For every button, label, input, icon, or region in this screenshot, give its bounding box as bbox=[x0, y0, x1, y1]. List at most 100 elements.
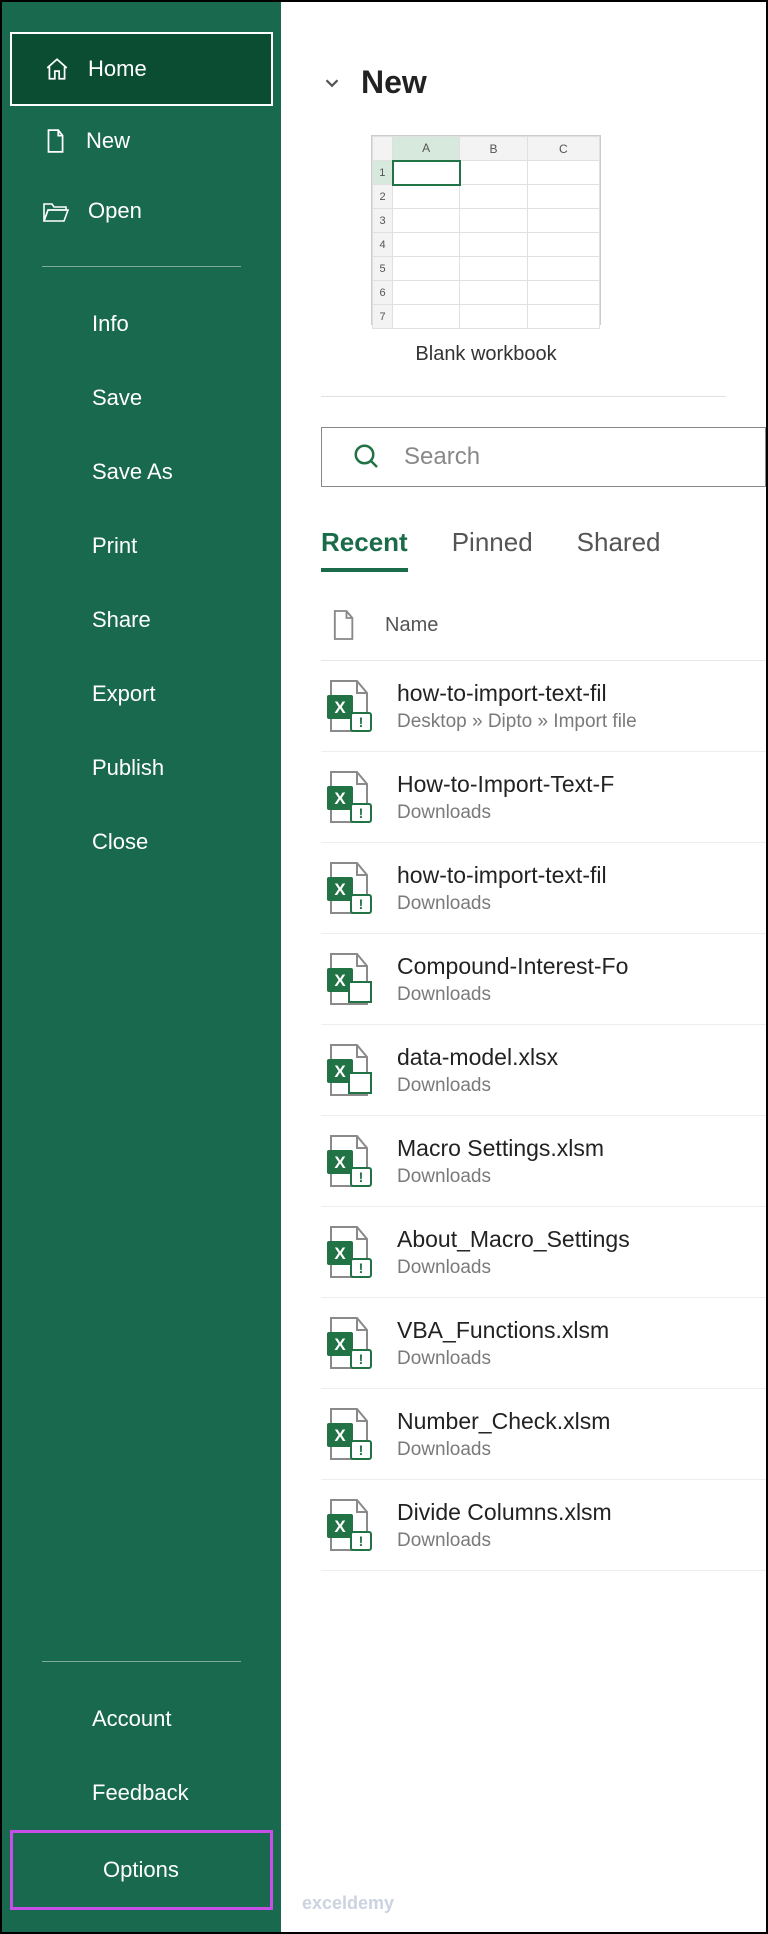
nav-publish[interactable]: Publish bbox=[2, 731, 281, 805]
excel-file-icon: X ! bbox=[325, 770, 373, 824]
file-name: Compound-Interest-Fo bbox=[397, 953, 628, 980]
document-tabs: Recent Pinned Shared bbox=[321, 527, 766, 572]
nav-account[interactable]: Account bbox=[2, 1682, 281, 1756]
content-divider bbox=[321, 396, 726, 397]
options-highlight: Options bbox=[10, 1830, 273, 1910]
file-path: Downloads bbox=[397, 984, 628, 1006]
nav-new[interactable]: New bbox=[2, 106, 281, 176]
svg-text:!: ! bbox=[359, 1169, 364, 1185]
file-path: Downloads bbox=[397, 893, 607, 915]
svg-text:!: ! bbox=[359, 714, 364, 730]
nav-options[interactable]: Options bbox=[13, 1833, 270, 1907]
file-row[interactable]: X ! how-to-import-text-fil Downloads bbox=[321, 843, 766, 934]
blank-workbook-tile[interactable]: ABC 1 2 3 4 5 6 7 Blank workbook bbox=[361, 135, 611, 366]
sidebar-divider bbox=[42, 266, 241, 267]
svg-text:X: X bbox=[334, 1062, 346, 1081]
excel-file-icon: X ! bbox=[325, 1498, 373, 1552]
content-area: New ABC 1 2 3 4 5 6 7 Blank workbook bbox=[281, 2, 766, 1932]
nav-label: Open bbox=[88, 198, 142, 224]
svg-text:X: X bbox=[334, 1335, 346, 1354]
file-row[interactable]: X ! how-to-import-text-fil Desktop » Dip… bbox=[321, 661, 766, 752]
svg-text:!: ! bbox=[359, 1442, 364, 1458]
svg-text:X: X bbox=[334, 1426, 346, 1445]
tab-recent[interactable]: Recent bbox=[321, 527, 408, 572]
file-path: Downloads bbox=[397, 802, 614, 824]
file-row[interactable]: X ! Macro Settings.xlsm Downloads bbox=[321, 1116, 766, 1207]
file-path: Downloads bbox=[397, 1257, 630, 1279]
svg-text:X: X bbox=[334, 1244, 346, 1263]
list-header[interactable]: Name bbox=[321, 578, 766, 661]
home-icon bbox=[44, 56, 70, 82]
svg-text:X: X bbox=[334, 1153, 346, 1172]
file-row[interactable]: X ! Number_Check.xlsm Downloads bbox=[321, 1389, 766, 1480]
file-name: data-model.xlsx bbox=[397, 1044, 558, 1071]
nav-save-as[interactable]: Save As bbox=[2, 435, 281, 509]
blank-workbook-preview: ABC 1 2 3 4 5 6 7 bbox=[371, 135, 601, 325]
file-name: Number_Check.xlsm bbox=[397, 1408, 610, 1435]
file-path: Desktop » Dipto » Import file bbox=[397, 711, 637, 733]
file-name: VBA_Functions.xlsm bbox=[397, 1317, 609, 1344]
search-placeholder: Search bbox=[404, 443, 480, 471]
search-input[interactable]: Search bbox=[321, 427, 766, 487]
tab-shared[interactable]: Shared bbox=[577, 527, 661, 572]
svg-text:!: ! bbox=[359, 1351, 364, 1367]
file-row[interactable]: X ! How-to-Import-Text-F Downloads bbox=[321, 752, 766, 843]
name-column-header: Name bbox=[385, 614, 438, 637]
file-name: Divide Columns.xlsm bbox=[397, 1499, 612, 1526]
svg-text:!: ! bbox=[359, 1260, 364, 1276]
backstage-sidebar: Home New Open InfoSaveSave AsPrintShareExp… bbox=[2, 2, 281, 1932]
file-row[interactable]: X ! Divide Columns.xlsm Downloads bbox=[321, 1480, 766, 1571]
file-path: Downloads bbox=[397, 1166, 604, 1188]
file-header-icon bbox=[329, 608, 357, 642]
svg-text:!: ! bbox=[359, 896, 364, 912]
nav-info[interactable]: Info bbox=[2, 287, 281, 361]
nav-label: Home bbox=[88, 56, 147, 82]
nav-export[interactable]: Export bbox=[2, 657, 281, 731]
nav-save[interactable]: Save bbox=[2, 361, 281, 435]
nav-open[interactable]: Open bbox=[2, 176, 281, 246]
file-list: X ! how-to-import-text-fil Desktop » Dip… bbox=[321, 661, 766, 1571]
file-icon bbox=[42, 128, 68, 154]
file-row[interactable]: X Compound-Interest-Fo Downloads bbox=[321, 934, 766, 1025]
excel-file-icon: X ! bbox=[325, 1134, 373, 1188]
file-row[interactable]: X data-model.xlsx Downloads bbox=[321, 1025, 766, 1116]
nav-feedback[interactable]: Feedback bbox=[2, 1756, 281, 1830]
tab-pinned[interactable]: Pinned bbox=[452, 527, 533, 572]
file-name: Macro Settings.xlsm bbox=[397, 1135, 604, 1162]
file-path: Downloads bbox=[397, 1530, 612, 1552]
nav-label: New bbox=[86, 128, 130, 154]
file-path: Downloads bbox=[397, 1348, 609, 1370]
excel-file-icon: X ! bbox=[325, 1316, 373, 1370]
folder-open-icon bbox=[42, 199, 70, 223]
excel-file-icon: X ! bbox=[325, 861, 373, 915]
new-section-header[interactable]: New bbox=[321, 32, 766, 125]
tile-label: Blank workbook bbox=[361, 343, 611, 366]
nav-share[interactable]: Share bbox=[2, 583, 281, 657]
nav-close[interactable]: Close bbox=[2, 805, 281, 879]
svg-text:X: X bbox=[334, 971, 346, 990]
excel-file-icon: X ! bbox=[325, 1407, 373, 1461]
file-row[interactable]: X ! About_Macro_Settings Downloads bbox=[321, 1207, 766, 1298]
nav-print[interactable]: Print bbox=[2, 509, 281, 583]
nav-home[interactable]: Home bbox=[10, 32, 273, 106]
excel-file-icon: X ! bbox=[325, 1225, 373, 1279]
file-name: how-to-import-text-fil bbox=[397, 680, 637, 707]
search-icon bbox=[352, 442, 382, 472]
excel-file-icon: X bbox=[325, 1043, 373, 1097]
file-name: How-to-Import-Text-F bbox=[397, 771, 614, 798]
file-path: Downloads bbox=[397, 1439, 610, 1461]
file-name: About_Macro_Settings bbox=[397, 1226, 630, 1253]
file-row[interactable]: X ! VBA_Functions.xlsm Downloads bbox=[321, 1298, 766, 1389]
svg-text:X: X bbox=[334, 698, 346, 717]
svg-text:X: X bbox=[334, 1517, 346, 1536]
svg-text:X: X bbox=[334, 880, 346, 899]
file-path: Downloads bbox=[397, 1075, 558, 1097]
file-name: how-to-import-text-fil bbox=[397, 862, 607, 889]
svg-text:X: X bbox=[334, 789, 346, 808]
excel-file-icon: X bbox=[325, 952, 373, 1006]
chevron-down-icon bbox=[321, 72, 343, 94]
excel-file-icon: X ! bbox=[325, 679, 373, 733]
svg-text:!: ! bbox=[359, 1533, 364, 1549]
sidebar-divider-bottom bbox=[42, 1661, 241, 1662]
watermark: exceldemy bbox=[302, 1893, 394, 1914]
